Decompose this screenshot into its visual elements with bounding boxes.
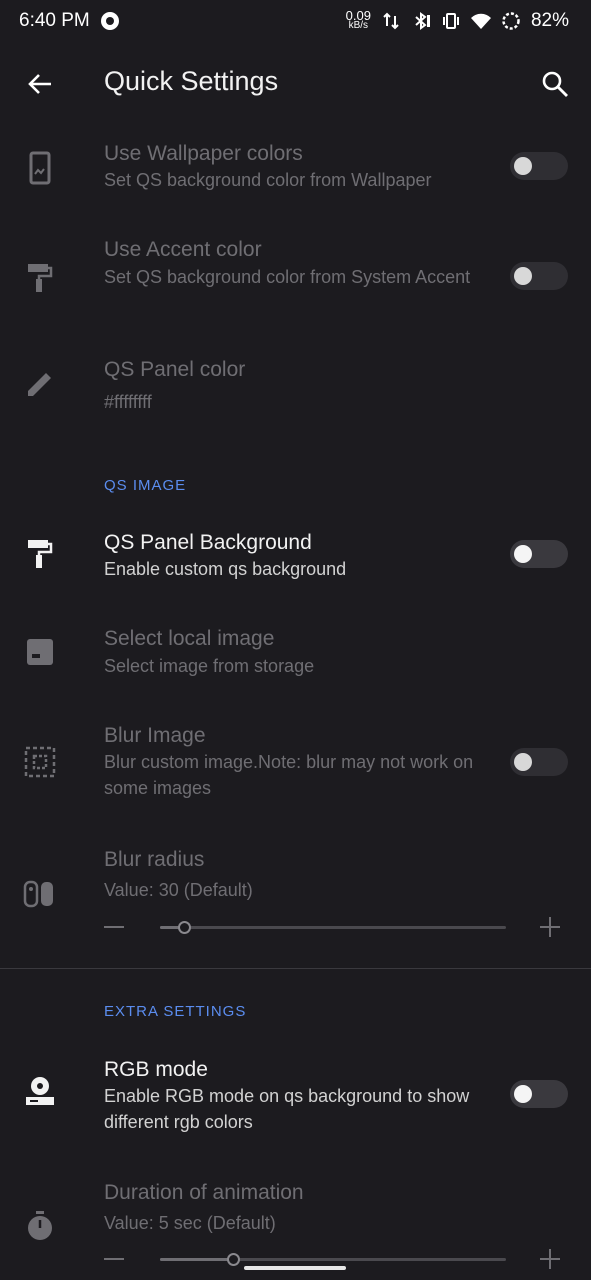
switch-knob — [514, 157, 532, 175]
pref-summary: Set QS background color from System Acce… — [104, 267, 471, 287]
blur-icon — [24, 746, 56, 778]
pref-summary: #ffffffff — [104, 392, 152, 412]
pref-summary: Select image from storage — [104, 656, 315, 676]
slider-thumb[interactable] — [226, 1253, 240, 1266]
switch-knob — [514, 545, 532, 563]
wifi-icon — [470, 13, 491, 29]
search-icon[interactable] — [541, 70, 569, 98]
switch-knob — [514, 1085, 532, 1103]
paint-roller-icon — [28, 540, 53, 568]
slider-thumb[interactable] — [178, 921, 192, 934]
pref-title: Use Accent color — [104, 238, 262, 261]
divider — [0, 968, 591, 969]
paint-roller-icon — [28, 264, 53, 292]
pref-title: QS Panel Background — [104, 531, 312, 554]
switch-knob — [514, 267, 532, 285]
pref-title: Use Wallpaper colors — [104, 142, 303, 165]
back-arrow-icon[interactable] — [26, 70, 54, 98]
bluetooth-icon — [415, 12, 430, 30]
data-arrows-icon — [383, 12, 399, 30]
gesture-navigation-handle[interactable] — [244, 1266, 346, 1270]
pref-title: Duration of animation — [104, 1181, 304, 1204]
pref-panel-background[interactable]: QS Panel Background Enable custom qs bac… — [0, 518, 591, 614]
network-speed: 0.09 kB/s — [346, 9, 371, 31]
accent-color-switch[interactable] — [510, 262, 568, 290]
pref-accent-color[interactable]: Use Accent color Set QS background color… — [0, 226, 591, 344]
panel-background-switch[interactable] — [510, 540, 568, 568]
pref-select-local-image[interactable]: Select local image Select image from sto… — [0, 614, 591, 710]
section-header-qs-image: QS IMAGE — [104, 477, 187, 494]
status-time: 6:40 PM — [19, 10, 90, 31]
increase-button[interactable] — [540, 1249, 560, 1269]
pref-summary: Enable custom qs background — [104, 559, 347, 579]
pref-rgb-mode[interactable]: RGB mode Enable RGB mode on qs backgroun… — [0, 1044, 591, 1168]
status-icons: 0.09 kB/s 82% — [346, 9, 569, 32]
pref-summary: Set QS background color from Wallpaper — [104, 170, 432, 190]
blur-image-switch[interactable] — [510, 748, 568, 776]
pref-panel-color[interactable]: QS Panel color #ffffffff — [0, 344, 591, 444]
slider-fill — [160, 1258, 233, 1261]
app-bar: Quick Settings — [0, 44, 591, 124]
timer-icon — [28, 1211, 52, 1240]
pref-title: Select local image — [104, 627, 275, 650]
rgb-mode-switch[interactable] — [510, 1080, 568, 1108]
pref-blur-radius: Blur radius Value: 30 (Default) — [0, 828, 591, 968]
pref-summary: Blur custom image.Note: blur may not wor… — [104, 752, 474, 798]
pref-summary: Value: 5 sec (Default) — [104, 1213, 276, 1233]
decrease-button[interactable] — [104, 1258, 124, 1260]
storage-icon — [27, 639, 53, 665]
section-header-extra-settings: EXTRA SETTINGS — [104, 1003, 247, 1020]
pref-blur-image[interactable]: Blur Image Blur custom image.Note: blur … — [0, 710, 591, 828]
pref-title: Blur Image — [104, 724, 206, 747]
pencil-icon — [28, 373, 51, 396]
network-speed-unit: kB/s — [348, 20, 369, 31]
pref-title: QS Panel color — [104, 358, 246, 381]
switch-console-icon — [23, 880, 53, 908]
pref-summary: Value: 30 (Default) — [104, 880, 253, 900]
switch-knob — [514, 753, 532, 771]
blur-radius-slider[interactable] — [0, 912, 591, 942]
disc-player-icon — [26, 1077, 54, 1105]
slider-track — [160, 926, 506, 929]
pref-title: RGB mode — [104, 1058, 208, 1081]
screen-record-icon — [101, 12, 119, 30]
pref-wallpaper-colors[interactable]: Use Wallpaper colors Set QS background c… — [0, 130, 591, 226]
phone-icon — [29, 151, 51, 185]
wallpaper-colors-switch[interactable] — [510, 152, 568, 180]
pref-summary: Enable RGB mode on qs background to show… — [104, 1086, 470, 1132]
increase-button[interactable] — [540, 917, 560, 937]
status-bar: 6:40 PM 0.09 kB/s 82% — [0, 0, 591, 44]
vibrate-icon — [442, 13, 459, 29]
page-title: Quick Settings — [104, 66, 279, 96]
battery-percent: 82% — [530, 10, 569, 31]
decrease-button[interactable] — [104, 926, 124, 928]
pref-title: Blur radius — [104, 848, 205, 871]
battery-saver-icon — [502, 12, 520, 30]
pref-animation-duration: Duration of animation Value: 5 sec (Defa… — [0, 1168, 591, 1280]
